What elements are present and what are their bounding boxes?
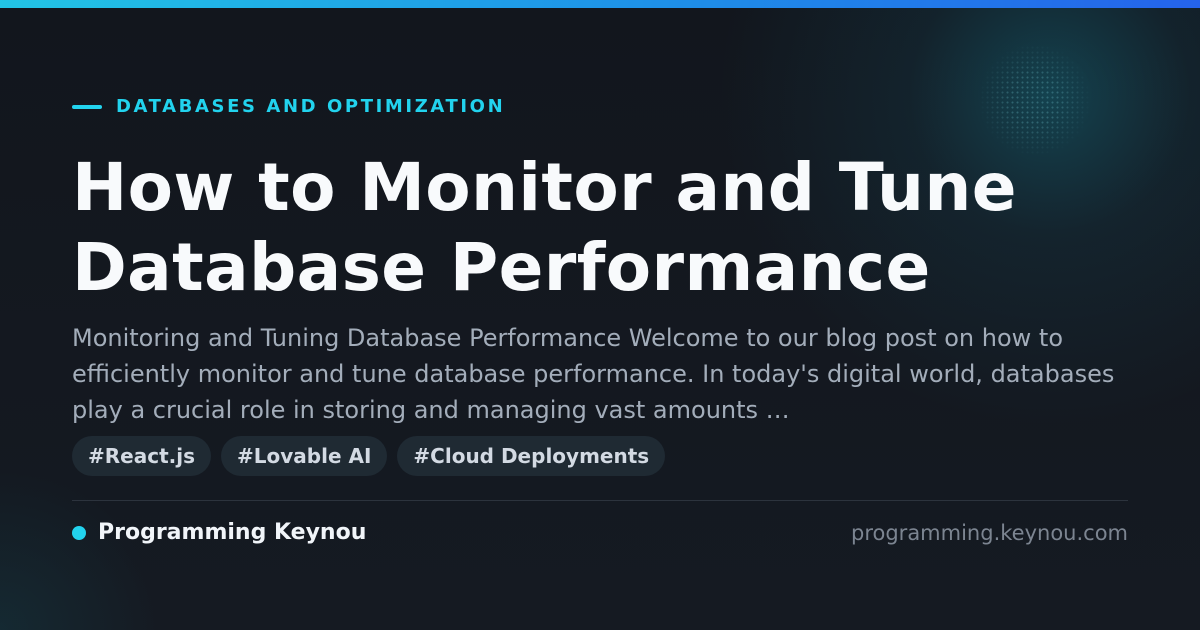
tag-cloud-deployments: #Cloud Deployments <box>397 436 666 476</box>
brand-dot-icon <box>72 526 86 540</box>
category-eyebrow: DATABASES AND OPTIMIZATION <box>72 96 505 118</box>
category-label: DATABASES AND OPTIMIZATION <box>116 96 506 117</box>
dot-pattern-decoration <box>975 45 1095 155</box>
page-title: How to Monitor and Tune Database Perform… <box>72 149 1017 306</box>
tag-react-js: #React.js <box>72 436 211 476</box>
social-card: DATABASES AND OPTIMIZATION How to Monito… <box>0 0 1200 630</box>
brand-name: Programming Keynou <box>98 520 367 545</box>
tag-lovable-ai: #Lovable AI <box>221 436 388 476</box>
tag-list: #React.js #Lovable AI #Cloud Deployments <box>72 436 675 476</box>
accent-top-bar <box>0 0 1200 8</box>
eyebrow-accent-line <box>72 105 102 109</box>
post-excerpt: Monitoring and Tuning Database Performan… <box>72 324 1115 424</box>
footer-divider <box>72 500 1128 501</box>
site-domain: programming.keynou.com <box>851 521 1128 545</box>
brand: Programming Keynou <box>72 518 366 548</box>
